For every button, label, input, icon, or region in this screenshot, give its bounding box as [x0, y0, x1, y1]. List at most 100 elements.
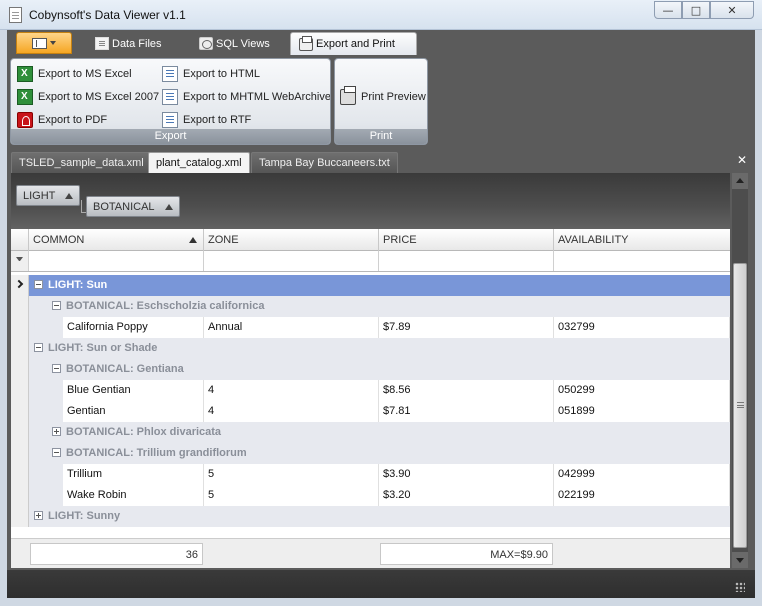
current-row-arrow-icon — [14, 279, 24, 289]
group-label: Export — [11, 129, 330, 144]
cell-common[interactable]: Wake Robin — [63, 485, 204, 506]
cell-price[interactable]: $3.20 — [379, 485, 554, 506]
document-icon — [162, 66, 178, 82]
cell-price[interactable]: $8.56 — [379, 380, 554, 401]
table-row[interactable]: Blue Gentian 4 $8.56 050299 — [11, 380, 730, 401]
scroll-up-button[interactable] — [732, 173, 748, 189]
column-header-row: COMMON ZONE PRICE AVAILABILITY — [11, 229, 730, 251]
tab-export-and-print[interactable]: Export and Print — [290, 32, 417, 55]
status-bar — [7, 570, 755, 598]
cell-availability[interactable]: 032799 — [554, 317, 730, 338]
group-by-light-chip[interactable]: LIGHT — [16, 185, 81, 206]
cell-availability[interactable]: 042999 — [554, 464, 730, 485]
printer-icon — [299, 35, 313, 51]
filter-cell-price[interactable] — [379, 251, 554, 271]
cell-zone[interactable]: 4 — [204, 380, 379, 401]
export-excel-button[interactable]: Export to MS Excel — [17, 64, 132, 84]
filter-cell-common[interactable] — [29, 251, 204, 271]
tab-sql-views[interactable]: SQL Views — [191, 32, 278, 55]
group-label: LIGHT: Sun or Shade — [48, 342, 158, 354]
group-row-content: LIGHT: Sunny — [29, 506, 730, 527]
cell-availability[interactable]: 022199 — [554, 485, 730, 506]
group-row[interactable]: LIGHT: Sun — [11, 275, 730, 296]
print-preview-button[interactable]: Print Preview — [340, 86, 426, 107]
cell-price[interactable]: $7.81 — [379, 401, 554, 422]
export-pdf-button[interactable]: Export to PDF — [17, 110, 107, 130]
button-label: Export to PDF — [38, 114, 108, 126]
summary-footer: 36 MAX=$9.90 — [11, 538, 730, 568]
expand-icon[interactable] — [34, 510, 43, 520]
group-label: Print — [335, 129, 427, 144]
cell-availability[interactable]: 051899 — [554, 401, 730, 422]
group-row[interactable]: LIGHT: Sunny — [11, 506, 730, 527]
group-row[interactable]: BOTANICAL: Gentiana — [11, 359, 730, 380]
collapse-icon[interactable] — [52, 447, 61, 457]
document-icon — [162, 89, 178, 105]
group-indent — [29, 296, 47, 317]
tab-plant-catalog[interactable]: plant_catalog.xml — [148, 152, 250, 173]
header-label: PRICE — [383, 234, 417, 246]
table-row[interactable]: Wake Robin 5 $3.20 022199 — [11, 485, 730, 506]
expand-icon[interactable] — [52, 426, 61, 436]
cell-zone[interactable]: Annual — [204, 317, 379, 338]
tab-data-files[interactable]: Data Files — [87, 32, 170, 55]
cell-zone[interactable]: 4 — [204, 401, 379, 422]
group-row[interactable]: BOTANICAL: Trillium grandiflorum — [11, 443, 730, 464]
close-button[interactable]: ✕ — [710, 1, 754, 19]
cell-price[interactable]: $3.90 — [379, 464, 554, 485]
group-row[interactable]: BOTANICAL: Eschscholzia californica — [11, 296, 730, 317]
application-menu-button[interactable] — [16, 32, 72, 54]
menu-icon — [32, 37, 47, 49]
excel-icon — [17, 89, 33, 105]
cell-common[interactable]: Gentian — [63, 401, 204, 422]
tab-tsled-sample-data[interactable]: TSLED_sample_data.xml — [11, 152, 152, 173]
resize-grip-icon[interactable] — [735, 582, 745, 592]
column-header-availability[interactable]: AVAILABILITY — [554, 229, 730, 251]
table-row[interactable]: Gentian 4 $7.81 051899 — [11, 401, 730, 422]
scroll-down-button[interactable] — [732, 552, 748, 568]
cell-common[interactable]: California Poppy — [63, 317, 204, 338]
column-header-price[interactable]: PRICE — [379, 229, 554, 251]
group-row[interactable]: BOTANICAL: Phlox divaricata — [11, 422, 730, 443]
minimize-button[interactable]: — — [654, 1, 682, 19]
export-rtf-button[interactable]: Export to RTF — [162, 110, 251, 130]
collapse-icon[interactable] — [34, 342, 43, 352]
collapse-icon[interactable] — [52, 300, 61, 310]
button-label: Export to MHTML WebArchive — [183, 91, 331, 103]
vertical-scrollbar[interactable] — [732, 173, 748, 568]
sql-views-icon — [199, 37, 213, 50]
maximize-button[interactable]: □ — [682, 1, 710, 19]
data-grid: LIGHT BOTANICAL COMMON ZONE PRICE AVAILA… — [11, 173, 730, 568]
cell-zone[interactable]: 5 — [204, 485, 379, 506]
cell-price[interactable]: $7.89 — [379, 317, 554, 338]
cell-common[interactable]: Blue Gentian — [63, 380, 204, 401]
group-by-botanical-chip[interactable]: BOTANICAL — [86, 196, 180, 217]
column-header-zone[interactable]: ZONE — [204, 229, 379, 251]
group-label: BOTANICAL: Eschscholzia californica — [66, 300, 265, 312]
table-row[interactable]: Trillium 5 $3.90 042999 — [11, 464, 730, 485]
group-label: BOTANICAL: Phlox divaricata — [66, 426, 222, 438]
cell-availability[interactable]: 050299 — [554, 380, 730, 401]
window-title: Cobynsoft's Data Viewer v1.1 — [29, 8, 186, 22]
export-html-button[interactable]: Export to HTML — [162, 64, 260, 84]
group-row[interactable]: LIGHT: Sun or Shade — [11, 338, 730, 359]
collapse-icon[interactable] — [34, 279, 43, 289]
filter-cell-availability[interactable] — [554, 251, 730, 271]
table-row[interactable]: California Poppy Annual $7.89 032799 — [11, 317, 730, 338]
cell-common[interactable]: Trillium — [63, 464, 204, 485]
button-label: Export to RTF — [183, 114, 252, 126]
cell-zone[interactable]: 5 — [204, 464, 379, 485]
scroll-thumb[interactable] — [733, 263, 747, 548]
collapse-icon[interactable] — [52, 363, 61, 373]
group-label: LIGHT: Sunny — [48, 510, 121, 522]
app-icon — [9, 7, 22, 23]
pdf-icon — [17, 112, 33, 128]
close-tab-icon[interactable]: ✕ — [737, 153, 747, 167]
export-excel-2007-button[interactable]: Export to MS Excel 2007 — [17, 87, 159, 107]
column-header-common[interactable]: COMMON — [29, 229, 204, 251]
tab-tampa-bay-buccaneers[interactable]: Tampa Bay Buccaneers.txt — [251, 152, 398, 173]
export-mhtml-button[interactable]: Export to MHTML WebArchive — [162, 87, 331, 107]
export-group: Export to MS Excel Export to MS Excel 20… — [10, 58, 331, 145]
price-summary: MAX=$9.90 — [380, 543, 553, 565]
filter-cell-zone[interactable] — [204, 251, 379, 271]
